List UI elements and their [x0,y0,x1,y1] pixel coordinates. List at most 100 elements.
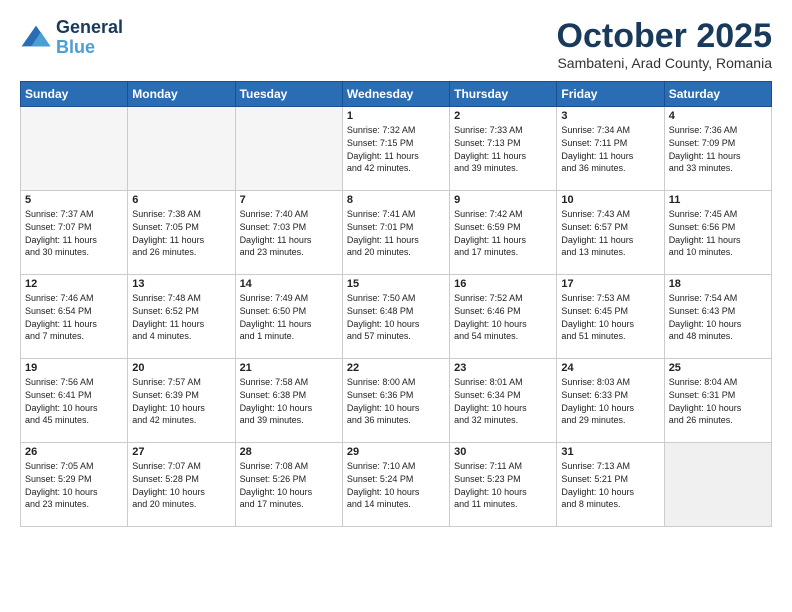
day-info: Sunrise: 7:13 AM Sunset: 5:21 PM Dayligh… [561,460,659,510]
day-number: 29 [347,446,445,458]
week-row-4: 19 Sunrise: 7:56 AM Sunset: 6:41 PM Dayli… [21,359,772,443]
day-info: Sunrise: 7:43 AM Sunset: 6:57 PM Dayligh… [561,208,659,258]
calendar-cell: 24Sunrise: 8:03 AM Sunset: 6:33 PM Dayli… [557,359,664,443]
calendar-cell: 13 Sunrise: 7:48 AM Sunset: 6:52 PM Dayli… [128,275,235,359]
day-number: 1 [347,110,445,122]
week-row-3: 12 Sunrise: 7:46 AM Sunset: 6:54 PM Dayli… [21,275,772,359]
logo-icon [20,24,52,52]
day-number: 17 [561,278,659,290]
calendar-cell: 18Sunrise: 7:54 AM Sunset: 6:43 PM Dayli… [664,275,771,359]
calendar-cell: 7 Sunrise: 7:40 AM Sunset: 7:03 PM Daylig… [235,191,342,275]
day-info: Sunrise: 7:50 AM Sunset: 6:48 PM Dayligh… [347,292,445,342]
calendar-cell [128,107,235,191]
calendar-cell: 16 Sunrise: 7:52 AM Sunset: 6:46 PM Dayli… [450,275,557,359]
day-number: 5 [25,194,123,206]
day-info: Sunrise: 7:48 AM Sunset: 6:52 PM Dayligh… [132,292,230,342]
day-info: Sunrise: 7:34 AM Sunset: 7:11 PM Dayligh… [561,124,659,174]
day-number: 31 [561,446,659,458]
day-number: 22 [347,362,445,374]
calendar-cell: 21Sunrise: 7:58 AM Sunset: 6:38 PM Dayli… [235,359,342,443]
calendar-cell: 31 Sunrise: 7:13 AM Sunset: 5:21 PM Dayli… [557,443,664,527]
weekday-thursday: Thursday [450,82,557,107]
day-number: 13 [132,278,230,290]
day-info: Sunrise: 8:01 AM Sunset: 6:34 PM Dayligh… [454,376,552,426]
day-info: Sunrise: 7:56 AM Sunset: 6:41 PM Dayligh… [25,376,123,426]
calendar-cell: 25 Sunrise: 8:04 AM Sunset: 6:31 PM Dayli… [664,359,771,443]
day-info: Sunrise: 7:45 AM Sunset: 6:56 PM Dayligh… [669,208,767,258]
day-info: Sunrise: 7:38 AM Sunset: 7:05 PM Dayligh… [132,208,230,258]
day-number: 3 [561,110,659,122]
day-info: Sunrise: 7:41 AM Sunset: 7:01 PM Dayligh… [347,208,445,258]
day-number: 6 [132,194,230,206]
week-row-1: 1 Sunrise: 7:32 AM Sunset: 7:15 PM Daylig… [21,107,772,191]
calendar-cell: 11 Sunrise: 7:45 AM Sunset: 6:56 PM Dayli… [664,191,771,275]
logo: General Blue [20,18,123,58]
day-number: 19 [25,362,123,374]
day-number: 28 [240,446,338,458]
location: Sambateni, Arad County, Romania [557,55,772,71]
day-number: 12 [25,278,123,290]
day-number: 26 [25,446,123,458]
title-block: October 2025 Sambateni, Arad County, Rom… [557,18,772,71]
calendar-cell: 22Sunrise: 8:00 AM Sunset: 6:36 PM Dayli… [342,359,449,443]
weekday-header-row: SundayMondayTuesdayWednesdayThursdayFrid… [21,82,772,107]
day-info: Sunrise: 7:08 AM Sunset: 5:26 PM Dayligh… [240,460,338,510]
day-info: Sunrise: 7:33 AM Sunset: 7:13 PM Dayligh… [454,124,552,174]
calendar-cell: 5Sunrise: 7:37 AM Sunset: 7:07 PM Daylig… [21,191,128,275]
day-number: 10 [561,194,659,206]
calendar-cell: 3 Sunrise: 7:34 AM Sunset: 7:11 PM Daylig… [557,107,664,191]
weekday-sunday: Sunday [21,82,128,107]
day-info: Sunrise: 7:40 AM Sunset: 7:03 PM Dayligh… [240,208,338,258]
day-number: 15 [347,278,445,290]
day-number: 21 [240,362,338,374]
week-row-5: 26Sunrise: 7:05 AM Sunset: 5:29 PM Dayli… [21,443,772,527]
weekday-monday: Monday [128,82,235,107]
day-number: 7 [240,194,338,206]
month-title: October 2025 [557,18,772,55]
page: General Blue October 2025 Sambateni, Ara… [0,0,792,537]
day-info: Sunrise: 7:10 AM Sunset: 5:24 PM Dayligh… [347,460,445,510]
day-number: 9 [454,194,552,206]
day-number: 18 [669,278,767,290]
day-number: 4 [669,110,767,122]
weekday-friday: Friday [557,82,664,107]
day-info: Sunrise: 7:49 AM Sunset: 6:50 PM Dayligh… [240,292,338,342]
day-number: 14 [240,278,338,290]
day-info: Sunrise: 7:42 AM Sunset: 6:59 PM Dayligh… [454,208,552,258]
calendar-cell: 29 Sunrise: 7:10 AM Sunset: 5:24 PM Dayli… [342,443,449,527]
day-number: 25 [669,362,767,374]
day-info: Sunrise: 7:11 AM Sunset: 5:23 PM Dayligh… [454,460,552,510]
calendar-cell: 10 Sunrise: 7:43 AM Sunset: 6:57 PM Dayli… [557,191,664,275]
calendar-cell: 4 Sunrise: 7:36 AM Sunset: 7:09 PM Daylig… [664,107,771,191]
calendar-cell [235,107,342,191]
day-info: Sunrise: 7:52 AM Sunset: 6:46 PM Dayligh… [454,292,552,342]
day-info: Sunrise: 7:32 AM Sunset: 7:15 PM Dayligh… [347,124,445,174]
calendar-cell: 2 Sunrise: 7:33 AM Sunset: 7:13 PM Daylig… [450,107,557,191]
day-info: Sunrise: 8:04 AM Sunset: 6:31 PM Dayligh… [669,376,767,426]
day-number: 23 [454,362,552,374]
day-info: Sunrise: 7:46 AM Sunset: 6:54 PM Dayligh… [25,292,123,342]
header: General Blue October 2025 Sambateni, Ara… [20,18,772,71]
calendar-cell: 23 Sunrise: 8:01 AM Sunset: 6:34 PM Dayli… [450,359,557,443]
day-number: 30 [454,446,552,458]
day-info: Sunrise: 7:36 AM Sunset: 7:09 PM Dayligh… [669,124,767,174]
weekday-wednesday: Wednesday [342,82,449,107]
day-number: 2 [454,110,552,122]
day-number: 16 [454,278,552,290]
calendar: SundayMondayTuesdayWednesdayThursdayFrid… [20,81,772,527]
calendar-cell: 30 Sunrise: 7:11 AM Sunset: 5:23 PM Dayli… [450,443,557,527]
day-number: 24 [561,362,659,374]
day-info: Sunrise: 7:53 AM Sunset: 6:45 PM Dayligh… [561,292,659,342]
day-info: Sunrise: 7:07 AM Sunset: 5:28 PM Dayligh… [132,460,230,510]
day-number: 11 [669,194,767,206]
weekday-saturday: Saturday [664,82,771,107]
calendar-cell: 28 Sunrise: 7:08 AM Sunset: 5:26 PM Dayli… [235,443,342,527]
calendar-cell: 14 Sunrise: 7:49 AM Sunset: 6:50 PM Dayli… [235,275,342,359]
calendar-cell: 19 Sunrise: 7:56 AM Sunset: 6:41 PM Dayli… [21,359,128,443]
calendar-cell: 27Sunrise: 7:07 AM Sunset: 5:28 PM Dayli… [128,443,235,527]
calendar-cell: 6 Sunrise: 7:38 AM Sunset: 7:05 PM Daylig… [128,191,235,275]
calendar-cell: 9 Sunrise: 7:42 AM Sunset: 6:59 PM Daylig… [450,191,557,275]
week-row-2: 5Sunrise: 7:37 AM Sunset: 7:07 PM Daylig… [21,191,772,275]
calendar-cell: 8Sunrise: 7:41 AM Sunset: 7:01 PM Daylig… [342,191,449,275]
day-number: 20 [132,362,230,374]
